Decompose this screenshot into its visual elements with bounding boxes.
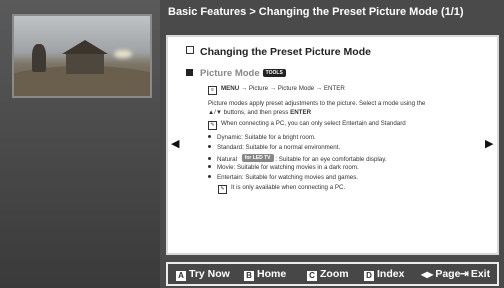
tools-tag: TOOLS [262,69,286,77]
header-bar: Basic Features > Changing the Preset Pic… [160,0,504,28]
manual-content: Changing the Preset Picture Mode Picture… [168,38,486,250]
checkbox-icon [186,46,194,54]
home-button[interactable]: B Home [244,268,286,281]
page-title: Changing the Preset Picture Mode [186,46,371,58]
page-button[interactable]: ◀▶ Page [421,268,460,280]
list-item: Entertain: Suitable for watching movies … [208,174,358,181]
note-pc-only: ✎ It is only available when connecting a … [218,184,345,194]
note-pc-mode: ✎ When connecting a PC, you can only sele… [208,120,406,130]
c-key-icon: C [307,271,317,281]
exit-button[interactable]: ⇥ Exit [460,268,490,280]
left-pane [0,0,160,288]
bullet-icon [208,157,211,160]
exit-icon: ⇥ [460,268,469,280]
list-item: Dynamic: Suitable for a bright room. [208,134,316,141]
breadcrumb: Basic Features > Changing the Preset Pic… [168,6,464,18]
bullet-icon [208,135,211,138]
try-now-button[interactable]: A Try Now [176,268,230,281]
led-tv-tag: for LED TV [241,154,274,162]
zoom-button[interactable]: C Zoom [307,268,349,281]
next-page-icon[interactable]: ▶ [485,137,493,150]
sun-glow [114,50,132,58]
page-arrows-icon: ◀▶ [421,270,434,279]
tree-shape [32,44,46,72]
a-key-icon: A [176,271,186,281]
section-heading: Picture Mode TOOLS [186,68,286,79]
note-icon: ✎ [218,185,227,194]
square-bullet-icon [186,69,193,76]
house-shape [66,54,104,74]
description-line-1: Picture modes apply preset adjustments t… [208,100,426,107]
footer-bar: A Try Now B Home C Zoom D Index ◀▶ Page ⇥ Exit [166,262,499,286]
list-item: Natural for LED TV : Suitable for an eye… [208,154,387,163]
list-item: Standard: Suitable for a normal environm… [208,144,340,151]
bullet-icon [208,145,211,148]
note-icon: ✎ [208,121,217,130]
bullet-icon [208,175,211,178]
menu-path: ≡ MENU → Picture → Picture Mode → ENTER [208,85,345,95]
remote-icon: ≡ [208,86,217,95]
list-item: Movie: Suitable for watching movies in a… [208,164,359,171]
house-roof [62,40,108,54]
index-button[interactable]: D Index [364,268,404,281]
preview-image [12,14,152,98]
b-key-icon: B [244,271,254,281]
description-line-2: ▲/▼ buttons, and then press ENTER [208,109,312,116]
d-key-icon: D [364,271,374,281]
bullet-icon [208,165,211,168]
